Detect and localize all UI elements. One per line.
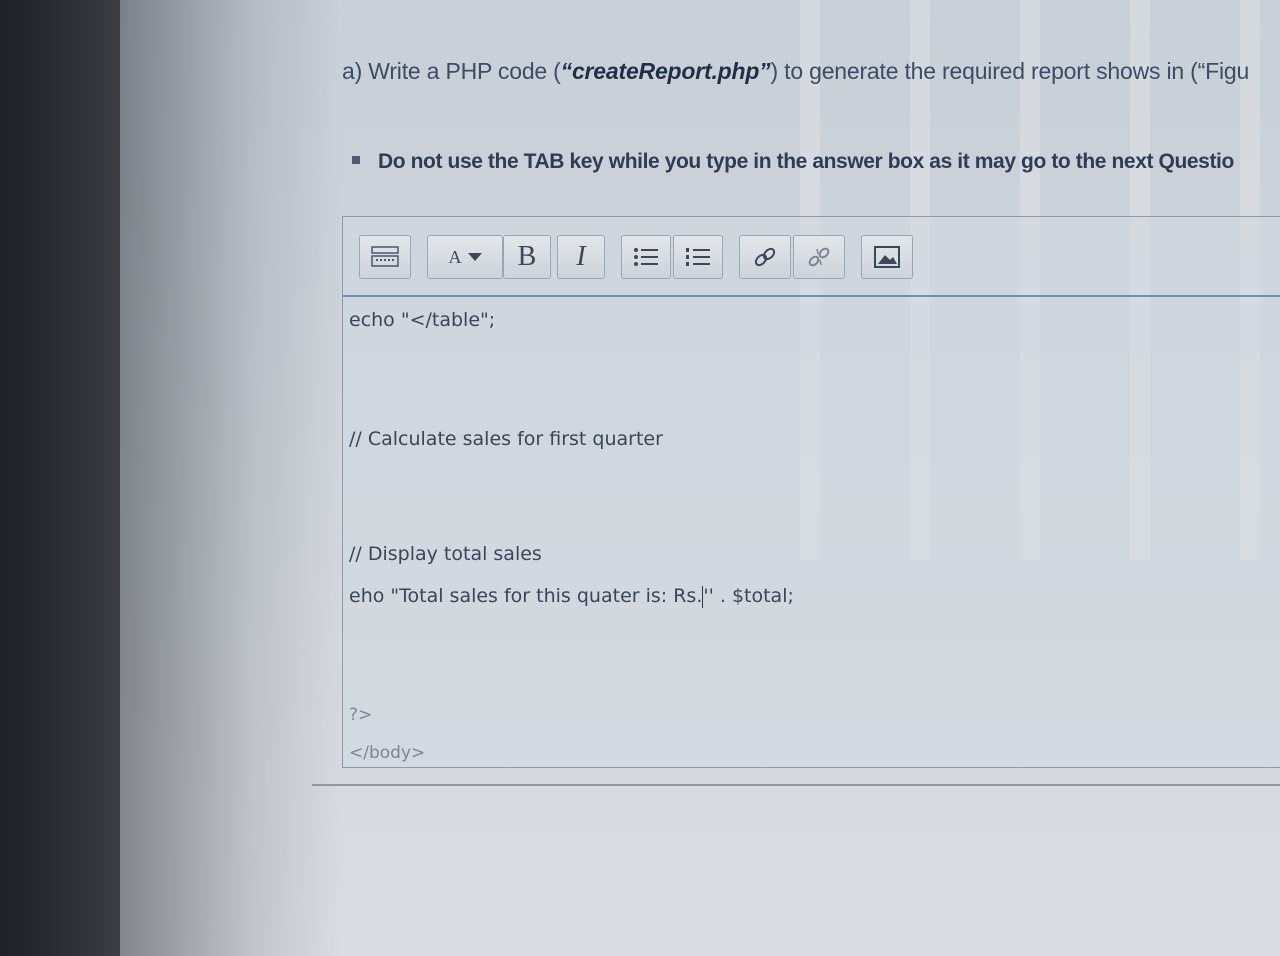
- question-prefix: a) Write a PHP code (: [342, 58, 561, 84]
- bullet-list-icon: [634, 248, 658, 266]
- toolbar-toggle-button[interactable]: [359, 235, 411, 279]
- insert-image-button[interactable]: [861, 235, 913, 279]
- ordered-list-button[interactable]: [673, 235, 723, 279]
- unlink-icon: [808, 247, 830, 267]
- link-button[interactable]: [739, 235, 791, 279]
- question-suffix: ) to generate the required report shows …: [770, 58, 1250, 84]
- screen-bezel: [0, 0, 120, 956]
- italic-button[interactable]: I: [557, 235, 605, 279]
- question-text: a) Write a PHP code (“createReport.php”)…: [342, 58, 1249, 85]
- code-line: // Display total sales: [349, 543, 542, 565]
- numbered-list-icon: [686, 248, 710, 266]
- screen: a) Write a PHP code (“createReport.php”)…: [120, 0, 1280, 956]
- chevron-down-icon: [467, 253, 482, 261]
- code-line: echo "</table";: [349, 309, 496, 331]
- bold-button[interactable]: B: [503, 235, 551, 279]
- image-icon: [874, 246, 900, 268]
- code-line: // Calculate sales for first quarter: [349, 428, 663, 450]
- code-line-with-cursor: eho "Total sales for this quater is: Rs.…: [349, 585, 794, 608]
- code-text: '' . $total;: [703, 585, 794, 607]
- font-size-label: A: [448, 246, 462, 267]
- screen-shade: [120, 0, 340, 956]
- link-icon: [754, 247, 776, 267]
- keyboard-toggle-icon: [371, 246, 399, 267]
- note-text: Do not use the TAB key while you type in…: [378, 150, 1234, 173]
- font-size-button[interactable]: A: [427, 235, 503, 279]
- unlink-button[interactable]: [793, 235, 845, 279]
- bullet-icon: [352, 156, 360, 165]
- editor-bottom-border: [312, 784, 1280, 786]
- editor-toolbar: A B I: [343, 217, 1280, 297]
- unordered-list-button[interactable]: [621, 235, 671, 279]
- bold-label: B: [517, 241, 537, 272]
- editor-content[interactable]: echo "</table"; // Calculate sales for f…: [347, 297, 1280, 763]
- code-line: </body>: [349, 743, 426, 763]
- code-text: eho "Total sales for this quater is: Rs.: [349, 585, 703, 607]
- question-filename: “createReport.php”: [560, 58, 771, 84]
- answer-editor: A B I echo "</table"; // Calculate sales…: [342, 216, 1280, 768]
- italic-label: I: [576, 241, 586, 272]
- instruction-note: Do not use the TAB key while you type in…: [352, 150, 1234, 174]
- code-line: ?>: [349, 705, 373, 725]
